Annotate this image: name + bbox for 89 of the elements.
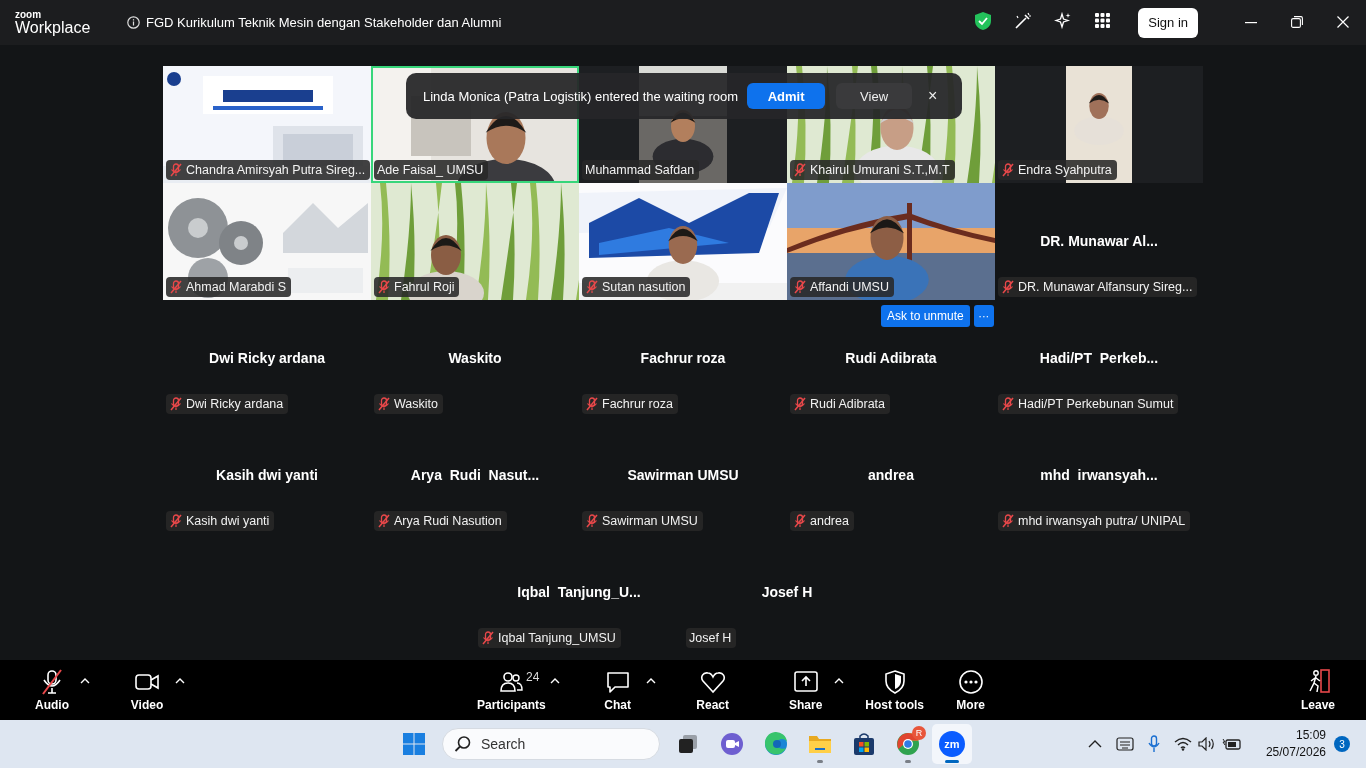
info-icon[interactable] xyxy=(127,16,140,29)
participant-display-name: mhd irwansyah... xyxy=(1040,466,1158,483)
apps-grid-icon[interactable] xyxy=(1094,11,1113,30)
wand-icon[interactable] xyxy=(1014,11,1033,30)
meeting-title: FGD Kurikulum Teknik Mesin dengan Stakeholder dan Alumni xyxy=(146,15,502,30)
clock-date[interactable]: 25/07/2026 xyxy=(1265,744,1326,761)
caret-icon[interactable] xyxy=(80,676,90,685)
participant-name: Waskito xyxy=(394,397,438,411)
participant-name: DR. Munawar Alfansury Sireg... xyxy=(1018,280,1193,294)
more-options-button[interactable]: ··· xyxy=(973,305,994,327)
participant-name: andrea xyxy=(810,514,849,528)
wifi-icon[interactable] xyxy=(1173,737,1192,751)
close-icon[interactable] xyxy=(1337,15,1349,28)
search-field[interactable]: Search xyxy=(442,728,660,760)
sparkle-icon[interactable] xyxy=(1054,11,1073,30)
participant-name: Arya Rudi Nasution xyxy=(394,514,502,528)
share-button[interactable]: Share xyxy=(781,668,830,712)
logo-text: Workplace xyxy=(15,19,92,36)
participant-display-name: Waskito xyxy=(448,349,502,366)
caret-icon[interactable] xyxy=(175,676,185,685)
video-chat-icon xyxy=(719,731,745,757)
participant-display-name: Rudi Adibrata xyxy=(845,349,937,366)
task-view-icon xyxy=(676,732,700,756)
windows-icon xyxy=(402,732,426,756)
logo-text: zoom xyxy=(15,9,43,20)
leave-button[interactable]: Leave xyxy=(1294,668,1342,712)
browser-icon xyxy=(763,731,789,757)
audio-button[interactable]: Audio xyxy=(28,668,76,712)
caret-icon[interactable] xyxy=(833,676,844,685)
participant-name: Fahrul Roji xyxy=(394,280,455,294)
notification-message: Linda Monica (Patra Logistik) entered the waiting room xyxy=(423,88,739,104)
participant-display-name: Hadi/PT Perkeb... xyxy=(1039,349,1159,366)
video-button[interactable]: Video xyxy=(123,668,171,712)
participant-name: Sutan nasution xyxy=(602,280,686,294)
caret-icon[interactable] xyxy=(645,676,656,685)
participant-name: mhd irwansyah putra/ UNIPAL xyxy=(1018,514,1186,528)
participant-name: Sawirman UMSU xyxy=(602,514,698,528)
participant-display-name: Sawirman UMSU xyxy=(627,466,739,483)
participants-button[interactable]: 24 Participants xyxy=(477,668,546,712)
participant-name: Chandra Amirsyah Putra Sireg... xyxy=(186,163,366,177)
participant-name: Hadi/PT Perkebunan Sumut xyxy=(1018,397,1174,411)
participant-name: Iqbal Tanjung_UMSU xyxy=(498,631,616,645)
chat-button[interactable]: Chat xyxy=(593,668,642,712)
close-button[interactable]: × xyxy=(928,87,938,105)
participant-display-name: Arya Rudi Nasut... xyxy=(410,466,540,483)
store-bag-icon xyxy=(851,731,877,757)
participant-count: 24 xyxy=(526,669,540,684)
caret-icon[interactable] xyxy=(549,676,560,685)
participant-name: Affandi UMSU xyxy=(810,280,889,294)
zoom-app-logo: zm xyxy=(939,731,965,757)
react-button[interactable]: React xyxy=(688,668,737,712)
taskbar-app[interactable]: zm xyxy=(932,724,972,764)
participant-display-name: Fachrur roza xyxy=(640,349,726,366)
more-button[interactable]: More xyxy=(946,668,995,712)
battery-icon[interactable] xyxy=(1221,737,1242,751)
participant-name: Ade Faisal_ UMSU xyxy=(377,163,484,177)
participant-display-name: Dwi Ricky ardana xyxy=(209,349,325,366)
notification-badge[interactable]: 3 xyxy=(1334,736,1350,752)
participant-display-name: Iqbal Tanjung_U... xyxy=(517,583,641,600)
participant-name: Endra Syahputra xyxy=(1018,163,1112,177)
profile-badge: R xyxy=(912,726,926,740)
host-tools-button[interactable]: Host tools xyxy=(864,668,925,712)
participant-display-name: Kasih dwi yanti xyxy=(216,466,318,483)
ask-to-unmute-button[interactable]: Ask to unmute xyxy=(881,305,970,327)
participant-name: Josef H xyxy=(689,631,732,645)
sign-in-button[interactable]: Sign in xyxy=(1138,7,1198,38)
restore-icon[interactable] xyxy=(1291,15,1303,28)
clock-time[interactable]: 15:09 xyxy=(1295,727,1326,744)
participant-display-name: Josef H xyxy=(761,583,813,600)
more-icon xyxy=(957,668,984,695)
participant-display-name: DR. Munawar Al... xyxy=(1040,232,1158,249)
admit-button[interactable]: Admit xyxy=(747,83,826,109)
participant-name: Dwi Ricky ardana xyxy=(186,397,284,411)
participant-name: Khairul Umurani S.T.,M.T xyxy=(810,163,950,177)
keyboard-icon[interactable] xyxy=(1115,737,1134,751)
participant-name: Muhammad Safdan xyxy=(585,163,695,177)
volume-icon[interactable] xyxy=(1197,737,1216,751)
browser-icon xyxy=(895,731,921,757)
participant-name: Fachrur roza xyxy=(602,397,673,411)
view-button[interactable]: View xyxy=(836,83,913,109)
shield-icon[interactable] xyxy=(974,10,993,31)
participant-name: Ahmad Marabdi S xyxy=(186,280,287,294)
taskbar-app[interactable]: R xyxy=(888,724,928,764)
participant-name: Rudi Adibrata xyxy=(810,397,886,411)
chevron-up-icon[interactable] xyxy=(1087,739,1102,749)
participant-display-name: andrea xyxy=(868,466,914,483)
share-screen-icon xyxy=(792,668,819,695)
participant-name: Kasih dwi yanti xyxy=(186,514,270,528)
microphone-icon[interactable] xyxy=(1147,735,1160,753)
